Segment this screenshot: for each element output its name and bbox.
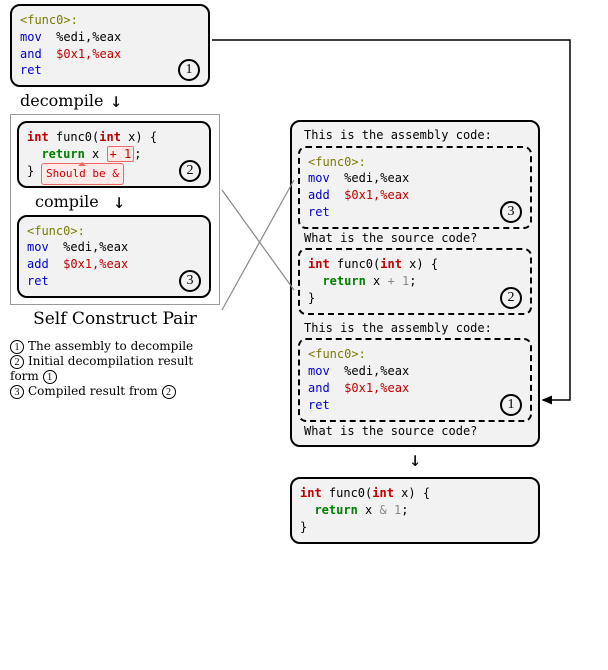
op-add: add (27, 257, 49, 271)
ret-rest: x (366, 274, 388, 288)
legend-text-1: The assembly to decompile (28, 339, 193, 353)
op-mov: mov (308, 364, 330, 378)
legend-ref-1: 1 (43, 370, 57, 384)
func-sig: func0( (322, 486, 373, 500)
op-ret: ret (308, 398, 330, 412)
op-mov: mov (27, 240, 49, 254)
return-kw: return (322, 274, 365, 288)
args: %edi,%eax (344, 364, 409, 378)
args: %edi,%eax (344, 171, 409, 185)
args: $0x1,%eax (344, 381, 409, 395)
legend: 1The assembly to decompile 2Initial deco… (10, 339, 220, 399)
sig-rest: x) { (121, 130, 157, 144)
op-plus: + 1 (388, 274, 410, 288)
badge-3: 3 (500, 201, 522, 223)
ret-rest: x (85, 147, 107, 161)
right-asm-block-3: <func0>: mov %edi,%eax add $0x1,%eax ret… (298, 146, 532, 229)
badge-3: 3 (179, 270, 201, 292)
func-label: <func0>: (308, 155, 366, 169)
legend-num-3: 3 (10, 385, 24, 399)
op-and: and (20, 47, 42, 61)
right-asm-block-1: <func0>: mov %edi,%eax and $0x1,%eax ret… (298, 338, 532, 421)
asm-block-1: <func0>: mov %edi,%eax and $0x1,%eax ret… (10, 4, 210, 87)
op-ret: ret (308, 205, 330, 219)
arrow-down-icon: ↓ (290, 453, 540, 471)
question-1: What is the source code? (298, 231, 532, 247)
src-block-2: int func0(int x) { return x + 1; } Shoul… (17, 121, 211, 187)
ret-rest: x (358, 503, 380, 517)
sig-rest: x) { (402, 257, 438, 271)
right-src-block-2: int func0(int x) { return x + 1; } 2 (298, 248, 532, 314)
op-ret: ret (20, 63, 42, 77)
legend-text-3a: Compiled result from (28, 384, 162, 398)
func-label: <func0>: (308, 347, 366, 361)
result-block: int func0(int x) { return x & 1; } (290, 477, 540, 543)
semi: ; (409, 274, 416, 288)
type-int: int (380, 257, 402, 271)
header-asm-1: This is the assembly code: (298, 128, 532, 144)
close-brace: } (27, 164, 34, 178)
type-int: int (27, 130, 49, 144)
prompt-container: This is the assembly code: <func0>: mov … (290, 120, 540, 447)
badge-2: 2 (500, 287, 522, 309)
type-int: int (99, 130, 121, 144)
asm-block-3: <func0>: mov %edi,%eax add $0x1,%eax ret… (17, 215, 211, 298)
left-column: <func0>: mov %edi,%eax and $0x1,%eax ret… (10, 4, 220, 399)
op-add: add (308, 188, 330, 202)
args: $0x1,%eax (344, 188, 409, 202)
return-kw: return (314, 503, 357, 517)
self-construct-label: Self Construct Pair (10, 309, 220, 329)
args: $0x1,%eax (63, 257, 128, 271)
type-int: int (308, 257, 330, 271)
header-asm-2: This is the assembly code: (298, 321, 532, 337)
self-construct-group: int func0(int x) { return x + 1; } Shoul… (10, 114, 220, 305)
op-mov: mov (20, 30, 42, 44)
right-column: This is the assembly code: <func0>: mov … (290, 120, 540, 544)
legend-ref-2: 2 (162, 385, 176, 399)
type-int: int (300, 486, 322, 500)
legend-text-2a: Initial decompilation result form (10, 354, 193, 383)
legend-num-1: 1 (10, 340, 24, 354)
op-ret: ret (27, 274, 49, 288)
type-int: int (372, 486, 394, 500)
args: %edi,%eax (63, 240, 128, 254)
close-brace: } (308, 291, 315, 305)
question-2: What is the source code? (298, 424, 532, 440)
func-sig: func0( (330, 257, 381, 271)
args: $0x1,%eax (56, 47, 121, 61)
op-mov: mov (308, 171, 330, 185)
callout-should-be-and: Should be & (41, 163, 124, 184)
sig-rest: x) { (394, 486, 430, 500)
func-label: <func0>: (27, 224, 85, 238)
op-and: and (308, 381, 330, 395)
semi: ; (401, 503, 408, 517)
close-brace: } (300, 520, 307, 534)
badge-1: 1 (500, 394, 522, 416)
semi: ; (134, 147, 141, 161)
badge-2: 2 (179, 160, 201, 182)
func-sig: func0( (49, 130, 100, 144)
func-label: <func0>: (20, 13, 78, 27)
wrong-op: + 1 (107, 146, 135, 162)
op-and: & 1 (380, 503, 402, 517)
args: %edi,%eax (56, 30, 121, 44)
legend-num-2: 2 (10, 355, 24, 369)
